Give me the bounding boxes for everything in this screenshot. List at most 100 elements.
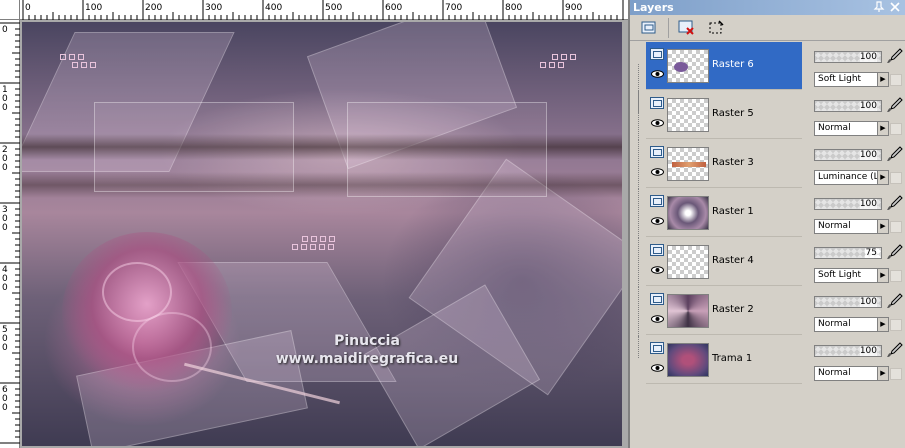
blend-mode-label: Normal [818, 368, 851, 378]
brush-icon[interactable] [886, 47, 904, 65]
blend-mode-select[interactable]: Normal ▶ [814, 317, 889, 332]
delete-layer-icon [678, 20, 694, 35]
layer-name: Trama 1 [712, 353, 753, 364]
opacity-slider[interactable]: 100 [814, 198, 882, 210]
brush-icon[interactable] [886, 292, 904, 310]
layer-row-raster-5[interactable]: Raster 5 100 Normal ▶ [630, 91, 905, 140]
eye-icon[interactable] [651, 217, 664, 228]
lock-icon[interactable] [890, 270, 902, 282]
layer-list: Raster 6 100 Soft Light ▶ Raster 5 100 N… [630, 42, 905, 385]
layer-type-icon [650, 244, 664, 256]
blend-mode-select[interactable]: Normal ▶ [814, 366, 889, 381]
opacity-slider[interactable]: 100 [814, 51, 882, 63]
layer-row-raster-6[interactable]: Raster 6 100 Soft Light ▶ [630, 42, 905, 113]
eye-icon[interactable] [651, 119, 664, 130]
lock-icon[interactable] [890, 74, 902, 86]
brush-icon[interactable] [886, 341, 904, 359]
layer-entry[interactable]: Raster 3 [646, 140, 802, 188]
chevron-right-icon: ▶ [877, 122, 888, 135]
layer-entry[interactable]: Raster 1 [646, 189, 802, 237]
blend-mode-label: Normal [818, 123, 851, 133]
brush-icon[interactable] [886, 194, 904, 212]
eye-icon[interactable] [651, 315, 664, 326]
deco-squares [540, 62, 564, 68]
layer-type-icon [650, 293, 664, 305]
delete-layer-button[interactable] [675, 17, 699, 39]
opacity-slider[interactable]: 100 [814, 296, 882, 308]
lock-icon[interactable] [890, 172, 902, 184]
watermark-url: www.maidiregrafica.eu [275, 351, 459, 367]
layer-thumbnail [667, 147, 709, 181]
layer-row-trama-1[interactable]: Trama 1 100 Normal ▶ [630, 336, 905, 385]
chevron-right-icon: ▶ [877, 171, 888, 184]
opacity-slider[interactable]: 75 [814, 247, 882, 259]
blend-mode-select[interactable]: Normal ▶ [814, 219, 889, 234]
layer-tree-line [638, 238, 639, 287]
layer-thumbnail [667, 98, 709, 132]
layer-thumbnail [667, 49, 709, 83]
layer-type-icon [650, 195, 664, 207]
lock-icon[interactable] [890, 123, 902, 135]
layer-properties: 100 Normal ▶ [814, 338, 905, 384]
deco-squares [292, 244, 334, 250]
layers-palette: Layers Raster 6 100 Soft Light ▶ Raster … [628, 0, 905, 448]
ruler-label: 100 [2, 85, 8, 113]
opacity-value: 100 [859, 346, 877, 356]
selection-icon [709, 19, 724, 33]
close-icon[interactable] [889, 1, 901, 13]
layer-entry[interactable]: Raster 4 [646, 238, 802, 286]
blend-mode-label: Soft Light [818, 270, 862, 280]
lock-icon[interactable] [890, 319, 902, 331]
layer-entry[interactable]: Raster 5 [646, 91, 802, 139]
layer-entry[interactable]: Trama 1 [646, 336, 802, 384]
layer-properties: 100 Normal ▶ [814, 191, 905, 237]
brush-icon[interactable] [886, 96, 904, 114]
eye-icon[interactable] [651, 168, 664, 179]
layers-title: Layers [633, 1, 674, 14]
ruler-label: 0 [25, 3, 31, 13]
layers-titlebar[interactable]: Layers [630, 0, 905, 15]
canvas-area[interactable]: 0 100 200 300 400 500 600 700 800 900 0 100 200 300 4… [0, 0, 628, 448]
layer-row-raster-2[interactable]: Raster 2 100 Normal ▶ [630, 287, 905, 336]
blend-mode-select[interactable]: Soft Light ▶ [814, 72, 889, 87]
layer-entry[interactable]: Raster 2 [646, 287, 802, 335]
layer-tree-line [638, 189, 639, 238]
opacity-slider[interactable]: 100 [814, 345, 882, 357]
chevron-right-icon: ▶ [877, 269, 888, 282]
layer-type-icon [650, 342, 664, 354]
lock-icon[interactable] [890, 221, 902, 233]
landscape-frame-right [347, 102, 547, 197]
ruler-label: 300 [205, 3, 222, 13]
ruler-label: 200 [2, 145, 8, 173]
pin-icon[interactable] [873, 1, 885, 13]
blend-mode-select[interactable]: Normal ▶ [814, 121, 889, 136]
blend-mode-select[interactable]: Luminance (L) ▶ [814, 170, 889, 185]
image-canvas[interactable]: Pinuccia www.maidiregrafica.eu [22, 22, 622, 446]
ruler-top-ticks: 0 100 200 300 400 500 600 700 800 900 [22, 0, 624, 20]
opacity-slider[interactable]: 100 [814, 149, 882, 161]
ruler-label: 200 [145, 3, 162, 13]
deco-squares [72, 62, 96, 68]
layer-name: Raster 6 [712, 59, 754, 70]
ruler-label: 400 [265, 3, 282, 13]
layer-row-raster-1[interactable]: Raster 1 100 Normal ▶ [630, 189, 905, 238]
layer-entry[interactable]: Raster 6 [646, 42, 802, 90]
eye-icon[interactable] [651, 266, 664, 277]
chevron-right-icon: ▶ [877, 220, 888, 233]
opacity-slider[interactable]: 100 [814, 100, 882, 112]
lock-icon[interactable] [890, 368, 902, 380]
opacity-fill [815, 248, 865, 258]
selection-button[interactable] [705, 17, 729, 39]
layer-thumbnail [667, 294, 709, 328]
blend-mode-label: Soft Light [818, 74, 862, 84]
new-layer-button[interactable] [638, 17, 662, 39]
blend-mode-select[interactable]: Soft Light ▶ [814, 268, 889, 283]
brush-icon[interactable] [886, 243, 904, 261]
layer-row-raster-4[interactable]: Raster 4 75 Soft Light ▶ [630, 238, 905, 287]
layer-row-raster-3[interactable]: Raster 3 100 Luminance (L) ▶ [630, 140, 905, 189]
eye-icon[interactable] [651, 364, 664, 375]
layer-name: Raster 1 [712, 206, 754, 217]
brush-icon[interactable] [886, 145, 904, 163]
layer-tree-line [638, 336, 639, 358]
eye-icon[interactable] [651, 70, 664, 81]
